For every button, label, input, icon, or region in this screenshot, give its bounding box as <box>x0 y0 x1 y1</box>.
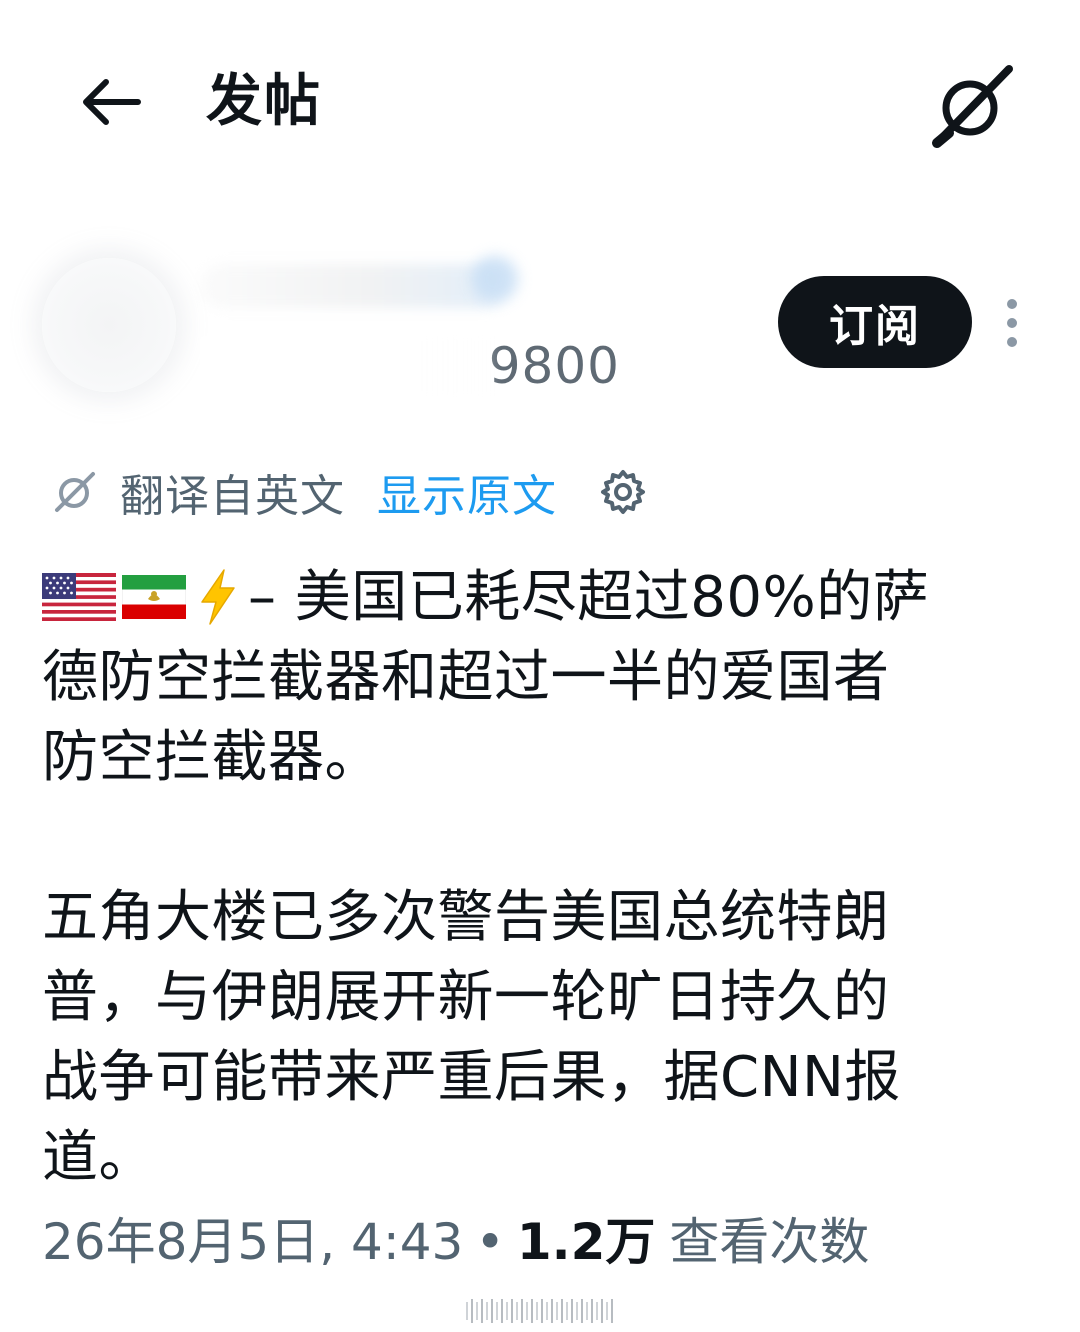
gear-icon <box>601 470 645 514</box>
more-vertical-icon <box>1007 299 1017 309</box>
show-original-link[interactable]: 显示原文 <box>377 460 557 524</box>
author-name[interactable] <box>200 264 510 308</box>
verified-badge-icon <box>472 256 518 302</box>
meta-separator: • <box>475 1213 505 1271</box>
subscribe-button[interactable]: 订阅 <box>778 276 972 368</box>
post-line: 德防空拦截器和超过一半的爱国者 <box>42 645 890 710</box>
arrow-left-icon <box>83 79 141 125</box>
handle-redaction <box>200 336 500 396</box>
post-line: 五角大楼已多次警告美国总统特朗 <box>42 885 890 950</box>
avatar[interactable] <box>42 258 176 392</box>
zap-icon <box>201 569 235 625</box>
page-title: 发帖 <box>206 69 322 134</box>
post-line: 战争可能带来严重后果，据CNN报 <box>42 1045 901 1110</box>
translation-settings-button[interactable] <box>595 464 651 520</box>
us-flag-icon <box>42 572 116 621</box>
author-handle: 9800 <box>200 336 620 396</box>
post-timestamp[interactable]: 26年8月5日, 4:43 <box>42 1213 463 1271</box>
translation-bar: 翻译自英文 显示原文 <box>52 460 651 524</box>
post-line: 防空拦截器。 <box>42 725 381 790</box>
post-meta: 26年8月5日, 4:43 • 1.2万 查看次数 <box>42 1204 869 1280</box>
post-text: – 美国已耗尽超过80%的萨 德防空拦截器和超过一半的爱国者 防空拦截器。 五角… <box>42 558 1032 1198</box>
translate-icon <box>52 469 98 515</box>
post-paragraph-1: – 美国已耗尽超过80%的萨 德防空拦截器和超过一半的爱国者 防空拦截器。 <box>42 558 1032 798</box>
post-line: 普，与伊朗展开新一轮旷日持久的 <box>42 965 890 1030</box>
author-row: 9800 订阅 <box>0 250 1080 400</box>
top-bar: 发帖 <box>0 0 1080 200</box>
back-button[interactable] <box>70 62 150 142</box>
watermark <box>466 1296 616 1326</box>
iran-flag-icon <box>122 574 186 619</box>
post-line: 道。 <box>42 1125 155 1190</box>
post-line: – 美国已耗尽超过80%的萨 <box>248 565 930 630</box>
post-paragraph-2: 五角大楼已多次警告美国总统特朗 普，与伊朗展开新一轮旷日持久的 战争可能带来严重… <box>42 878 1032 1198</box>
views-count: 1.2万 <box>516 1213 656 1271</box>
translated-label: 翻译自英文 <box>120 471 345 522</box>
more-options-button[interactable] <box>994 288 1030 358</box>
views-label[interactable]: 查看次数 <box>669 1213 869 1271</box>
grok-icon <box>932 65 1013 148</box>
grok-button[interactable] <box>924 58 1020 154</box>
